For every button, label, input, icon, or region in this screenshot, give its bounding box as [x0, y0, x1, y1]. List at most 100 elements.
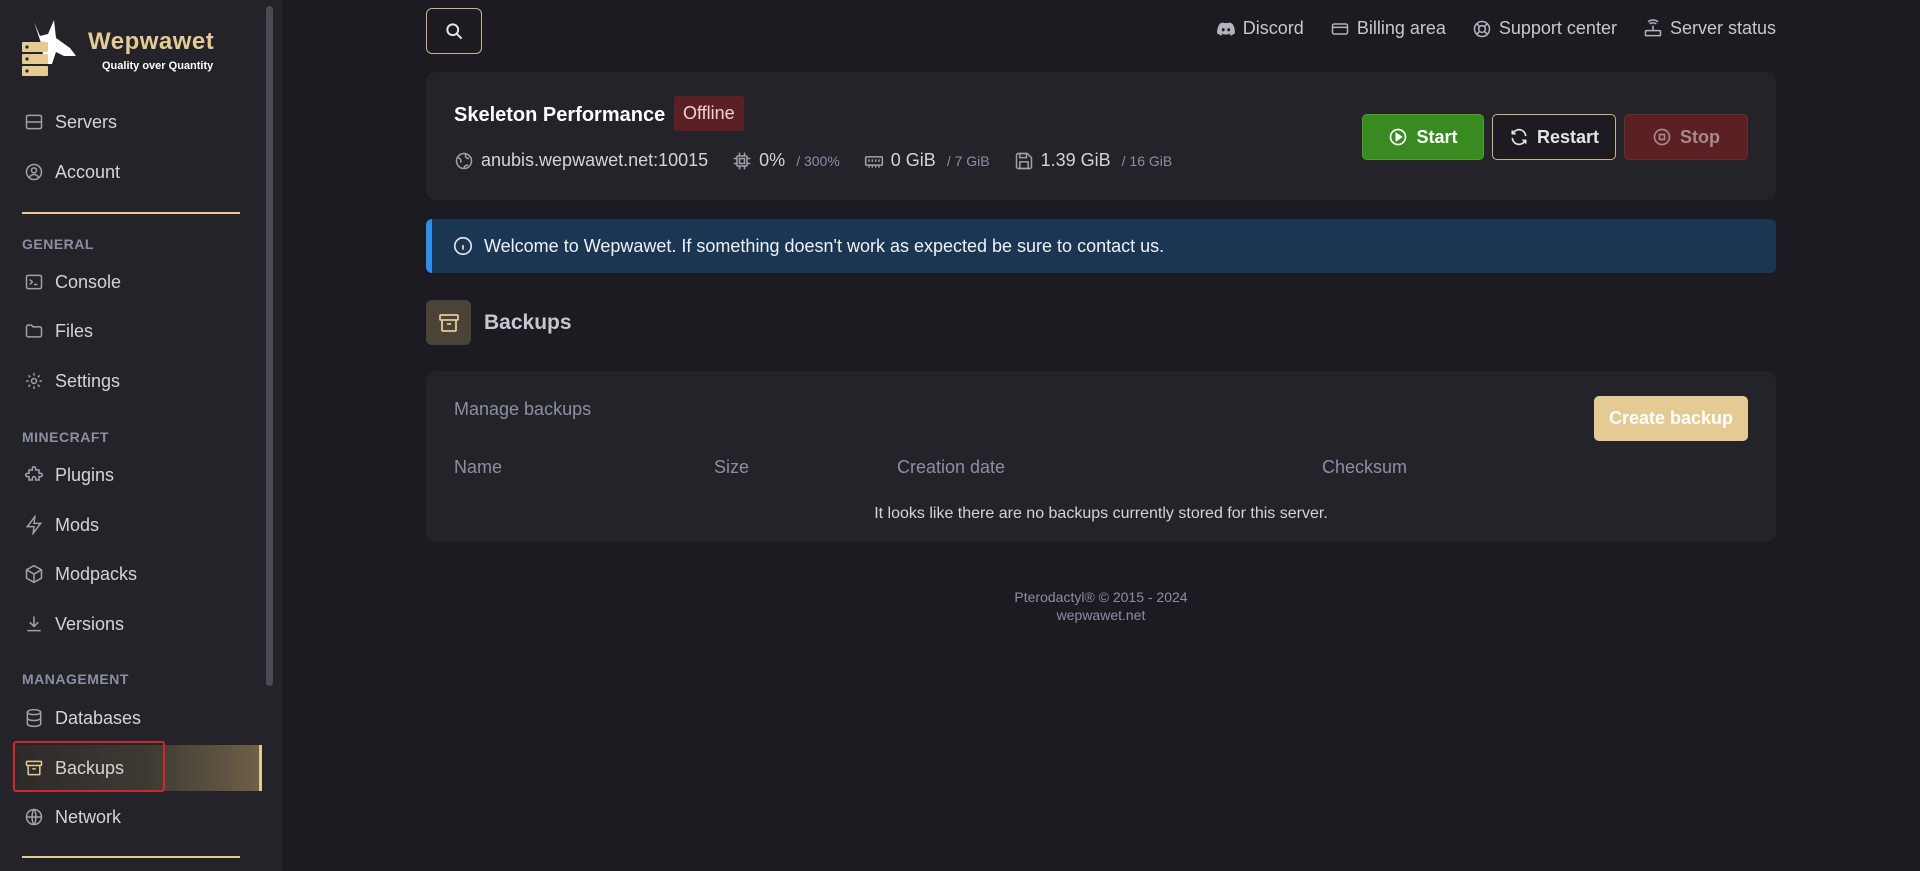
credit-card-icon: [1331, 22, 1349, 35]
backups-card: Manage backups Create backup Name Size C…: [426, 371, 1776, 542]
sidebar-item-label: Account: [55, 161, 121, 182]
sidebar-item-servers[interactable]: Servers: [12, 99, 262, 145]
server-name: Skeleton Performance: [454, 104, 666, 126]
page-header: Backups: [426, 300, 572, 345]
brand-tagline: Quality over Quantity: [102, 60, 214, 72]
sidebar-item-label: Network: [55, 806, 122, 827]
memory-value: 0 GiB: [890, 150, 936, 170]
sidebar-divider: [22, 212, 240, 214]
folder-icon: [25, 324, 43, 338]
section-label-management: MANAGEMENT: [22, 671, 129, 687]
discord-icon: [1216, 21, 1235, 36]
section-label-general: GENERAL: [22, 236, 94, 252]
server-card: Skeleton Performance Offline anubis.wepw…: [426, 72, 1776, 200]
sidebar-item-console[interactable]: Console: [12, 259, 262, 305]
server-status-link[interactable]: Server status: [1643, 18, 1776, 39]
bolt-icon: [25, 515, 43, 535]
restart-button[interactable]: Restart: [1492, 114, 1616, 160]
manage-backups-heading: Manage backups: [454, 399, 592, 419]
sidebar-item-mods[interactable]: Mods: [12, 502, 262, 548]
sidebar-item-label: Plugins: [55, 464, 115, 485]
sidebar-item-label: Settings: [55, 370, 121, 391]
gear-icon: [26, 373, 42, 389]
address-stat: anubis.wepwawet.net:10015: [454, 150, 708, 171]
sidebar-item-account[interactable]: Account: [12, 149, 262, 195]
globe-icon: [25, 808, 43, 826]
support-link-label: Support center: [1498, 18, 1617, 38]
cpu-stat: 0% / 300%: [732, 150, 840, 171]
sidebar-item-label: Mods: [55, 514, 100, 535]
disk-limit: / 16 GiB: [1121, 152, 1173, 169]
puzzle-icon: [24, 465, 44, 481]
server-address[interactable]: anubis.wepwawet.net:10015: [481, 150, 708, 171]
server-icon: [25, 114, 43, 130]
sidebar-item-versions[interactable]: Versions: [12, 601, 262, 647]
create-backup-button[interactable]: Create backup: [1594, 396, 1748, 441]
header-links: Discord Billing area Support center Serv…: [1216, 18, 1776, 39]
user-circle-icon: [25, 163, 43, 181]
footer: Pterodactyl® © 2015 - 2024 wepwawet.net: [426, 588, 1776, 624]
stop-button-label: Stop: [1680, 126, 1720, 147]
column-header-checksum: Checksum: [1322, 457, 1408, 477]
download-icon: [27, 616, 41, 632]
footer-copyright[interactable]: Pterodactyl® © 2015 - 2024: [426, 588, 1776, 606]
sidebar-item-label: Versions: [55, 613, 125, 634]
billing-link[interactable]: Billing area: [1330, 18, 1446, 39]
cpu-limit: / 300%: [796, 152, 840, 169]
sidebar-item-label: Modpacks: [55, 563, 138, 584]
search-button[interactable]: [426, 8, 482, 54]
sidebar-item-label: Databases: [55, 707, 142, 728]
sidebar-item-modpacks[interactable]: Modpacks: [12, 551, 262, 597]
brand-name: Wepwawet: [88, 28, 215, 55]
sidebar-item-settings[interactable]: Settings: [12, 358, 262, 404]
database-icon: [26, 708, 42, 728]
sidebar-item-plugins[interactable]: Plugins: [12, 452, 262, 498]
floppy-disk-icon: [1015, 152, 1032, 169]
discord-link-label: Discord: [1242, 18, 1304, 38]
brand-logo[interactable]: Wepwawet Quality over Quantity: [20, 18, 240, 80]
page-title: Backups: [484, 310, 572, 334]
terminal-icon: [25, 274, 43, 290]
sidebar-item-label: Servers: [55, 111, 118, 132]
server-stats: anubis.wepwawet.net:10015 0% / 300% 0 GiB…: [454, 150, 1172, 171]
sidebar-divider: [22, 856, 240, 858]
footer-domain[interactable]: wepwawet.net: [426, 606, 1776, 624]
status-badge: Offline: [674, 96, 744, 131]
info-icon: [453, 236, 473, 256]
cube-icon: [25, 564, 43, 584]
sidebar-item-files[interactable]: Files: [12, 308, 262, 354]
column-header-name: Name: [454, 457, 503, 477]
stop-button[interactable]: Stop: [1624, 114, 1748, 160]
section-label-minecraft: MINECRAFT: [22, 429, 109, 445]
sidebar-item-databases[interactable]: Databases: [12, 695, 262, 741]
archive-icon: [438, 313, 459, 332]
column-header-size: Size: [714, 457, 750, 477]
welcome-alert: Welcome to Wepwawet. If something doesn'…: [426, 219, 1776, 273]
restart-button-label: Restart: [1536, 126, 1600, 147]
jackal-logo-icon: [22, 20, 76, 76]
support-link[interactable]: Support center: [1472, 18, 1617, 39]
start-button[interactable]: Start: [1362, 114, 1484, 160]
sidebar-scrollbar[interactable]: [266, 6, 273, 686]
disk-value: 1.39 GiB: [1040, 150, 1111, 170]
column-header-creation-date: Creation date: [897, 457, 1006, 477]
cpu-icon: [733, 152, 751, 169]
cpu-value: 0%: [759, 150, 786, 170]
search-icon: [446, 23, 463, 40]
lifebuoy-icon: [1473, 20, 1491, 37]
refresh-icon: [1511, 128, 1527, 146]
selection-highlight: [13, 741, 165, 792]
billing-link-label: Billing area: [1356, 18, 1446, 38]
router-icon: [1644, 18, 1662, 36]
page-icon-box: [426, 300, 471, 345]
discord-link[interactable]: Discord: [1216, 18, 1304, 39]
sidebar-item-network[interactable]: Network: [12, 794, 262, 840]
start-button-label: Start: [1416, 126, 1458, 147]
disk-stat: 1.39 GiB / 16 GiB: [1014, 150, 1173, 171]
memory-limit: / 7 GiB: [946, 152, 990, 169]
play-circle-icon: [1390, 128, 1407, 146]
empty-state-text: It looks like there are no backups curre…: [874, 505, 1328, 522]
stop-circle-icon: [1653, 128, 1671, 146]
sidebar-item-label: Files: [55, 320, 94, 341]
server-status-link-label: Server status: [1669, 18, 1776, 38]
